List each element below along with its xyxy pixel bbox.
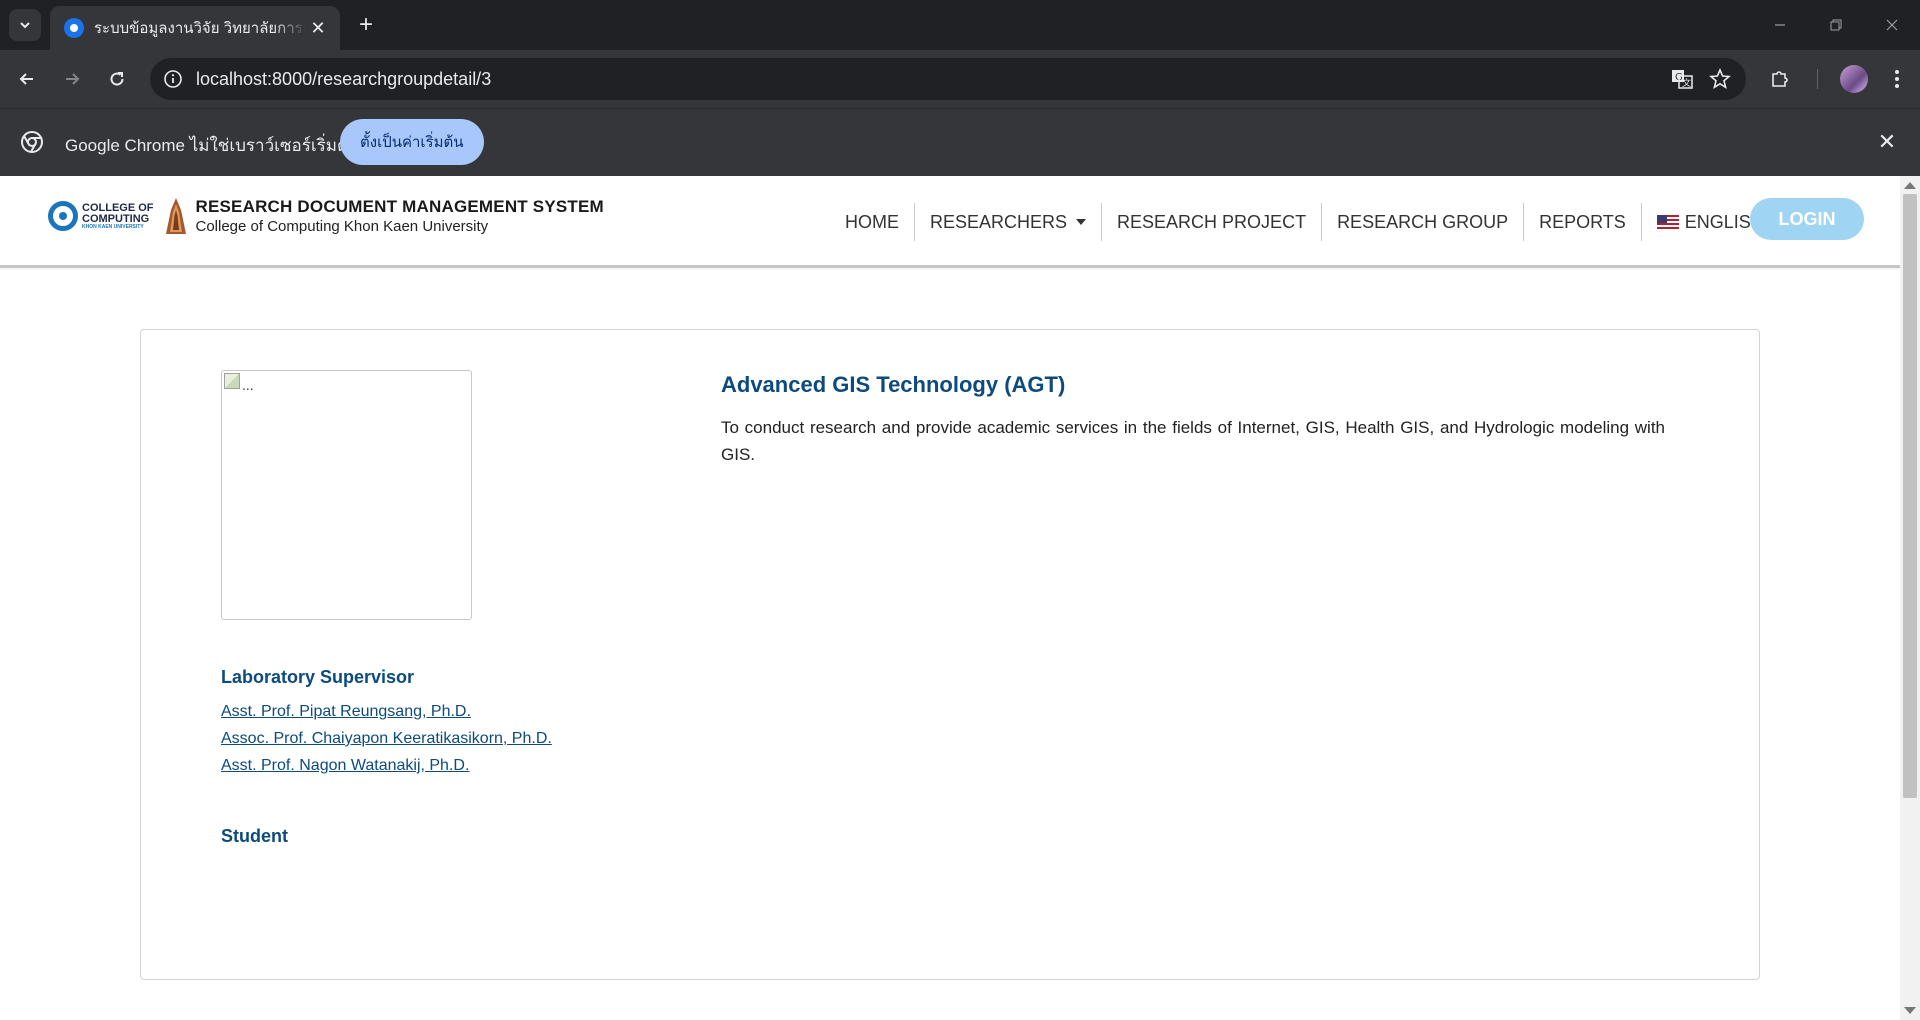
nav-reports[interactable]: REPORTS (1524, 203, 1642, 241)
supervisor-heading: Laboratory Supervisor (221, 667, 415, 687)
college-of-computing-logo: COLLEGE OF COMPUTING KHON KAEN UNIVERSIT… (48, 201, 154, 231)
site-title: RESEARCH DOCUMENT MANAGEMENT SYSTEM (195, 197, 604, 216)
tab-close-icon[interactable]: ✕ (306, 18, 330, 39)
translate-icon[interactable]: G文 (1670, 67, 1694, 91)
nav-home[interactable]: HOME (830, 203, 915, 241)
group-image: ... (221, 370, 472, 620)
nav-reports-label: REPORTS (1539, 211, 1626, 232)
research-group-card: ... Advanced GIS Technology (AGT) To con… (140, 329, 1760, 980)
url-text[interactable]: localhost:8000/researchgroupdetail/3 (196, 69, 491, 90)
tab-title: ระบบข้อมูลงานวิจัย วิทยาลัยการคอมพิวเตอร… (94, 20, 306, 37)
browser-menu-button[interactable] (1882, 64, 1912, 94)
svg-text:文: 文 (1682, 77, 1691, 89)
list-item: Asst. Prof. Pipat Reungsang, Ph.D. (221, 698, 552, 725)
dropdown-caret-icon (1076, 219, 1087, 225)
scroll-up-icon[interactable] (1904, 182, 1916, 189)
site-info-icon[interactable] (162, 68, 184, 90)
infobar-close-icon[interactable]: ✕ (1876, 131, 1898, 153)
back-arrow-icon (19, 73, 33, 85)
site-favicon-icon (64, 18, 84, 38)
forward-button[interactable] (57, 64, 87, 94)
group-title: Advanced GIS Technology (AGT) (721, 372, 1066, 397)
close-window-button[interactable] (1864, 0, 1920, 50)
bookmark-star-icon[interactable] (1708, 67, 1732, 91)
browser-tab[interactable]: ระบบข้อมูลงานวิจัย วิทยาลัยการคอมพิวเตอร… (50, 6, 340, 50)
group-description: To conduct research and provide academic… (721, 418, 1665, 464)
nav-research-project-label: RESEARCH PROJECT (1117, 211, 1307, 232)
supervisor-link[interactable]: Assoc. Prof. Chaiyapon Keeratikasikorn, … (221, 730, 552, 747)
brand[interactable]: COLLEGE OF COMPUTING KHON KAEN UNIVERSIT… (48, 196, 604, 236)
window-controls (1752, 0, 1920, 50)
kku-emblem-icon (165, 198, 186, 234)
brand-text: RESEARCH DOCUMENT MANAGEMENT SYSTEM Coll… (196, 197, 604, 235)
browser-toolbar: localhost:8000/researchgroupdetail/3 G文 (0, 50, 1920, 108)
infobar-message: Google Chrome ไม่ใช่เบราว์เซอร์เริ่มต้น (65, 136, 360, 155)
college-logo-text: COLLEGE OF COMPUTING KHON KAEN UNIVERSIT… (82, 201, 154, 230)
nav-researchers[interactable]: RESEARCHERS (915, 203, 1103, 241)
forward-arrow-icon (66, 73, 80, 85)
toolbar-divider (1817, 69, 1818, 89)
site-subtitle: College of Computing Khon Kaen Universit… (195, 218, 489, 235)
profile-avatar[interactable] (1840, 65, 1868, 93)
image-alt-text: ... (242, 377, 254, 393)
back-button[interactable] (12, 64, 42, 94)
chevron-down-icon (20, 22, 30, 29)
student-heading: Student (221, 826, 288, 846)
restore-icon (1830, 19, 1842, 31)
college-logo-mark-icon (48, 201, 78, 231)
extensions-button[interactable] (1765, 64, 1795, 94)
supervisor-link[interactable]: Asst. Prof. Nagon Watanakij, Ph.D. (221, 757, 469, 774)
reload-button[interactable] (102, 64, 132, 94)
reload-icon (110, 72, 124, 86)
login-button[interactable]: LOGIN (1750, 198, 1864, 240)
supervisor-link[interactable]: Asst. Prof. Pipat Reungsang, Ph.D. (221, 703, 471, 720)
minimize-button[interactable] (1752, 0, 1808, 50)
default-browser-infobar: Google Chrome ไม่ใช่เบราว์เซอร์เริ่มต้น … (0, 108, 1920, 176)
site-header: COLLEGE OF COMPUTING KHON KAEN UNIVERSIT… (0, 176, 1900, 268)
restore-button[interactable] (1808, 0, 1864, 50)
address-bar-actions: G文 (1670, 67, 1732, 91)
supervisor-list: Asst. Prof. Pipat Reungsang, Ph.D. Assoc… (221, 698, 552, 779)
logo-line-3: KHON KAEN UNIVERSITY (82, 223, 144, 230)
close-icon (1886, 19, 1898, 31)
tab-search-button[interactable] (9, 9, 41, 41)
nav-research-group-label: RESEARCH GROUP (1337, 211, 1509, 232)
main-nav: HOME RESEARCHERS RESEARCH PROJECT RESEAR… (830, 200, 1798, 244)
nav-research-project[interactable]: RESEARCH PROJECT (1102, 203, 1323, 241)
set-default-button[interactable]: ตั้งเป็นค่าเริ่มต้น (340, 119, 484, 165)
scrollbar-thumb[interactable] (1903, 194, 1917, 798)
us-flag-icon (1656, 214, 1679, 230)
puzzle-icon (1772, 71, 1788, 87)
new-tab-button[interactable]: + (352, 12, 380, 40)
chrome-logo-icon (21, 131, 43, 153)
list-item: Asst. Prof. Nagon Watanakij, Ph.D. (221, 752, 552, 779)
nav-research-group[interactable]: RESEARCH GROUP (1322, 203, 1525, 241)
scroll-down-icon[interactable] (1904, 1007, 1916, 1014)
kebab-menu-icon (1895, 70, 1899, 88)
logo-line-1: COLLEGE OF (82, 201, 154, 214)
nav-home-label: HOME (845, 211, 899, 232)
logo-line-2: COMPUTING (82, 212, 150, 225)
toolbar-actions (1765, 64, 1920, 94)
nav-researchers-label: RESEARCHERS (930, 211, 1068, 232)
page-scrollbar[interactable] (1900, 176, 1920, 1020)
minimize-icon (1775, 24, 1785, 26)
page-viewport: COLLEGE OF COMPUTING KHON KAEN UNIVERSIT… (0, 176, 1920, 1020)
list-item: Assoc. Prof. Chaiyapon Keeratikasikorn, … (221, 725, 552, 752)
address-bar[interactable]: localhost:8000/researchgroupdetail/3 G文 (150, 58, 1746, 100)
broken-image-icon (224, 373, 240, 389)
browser-tabstrip: ระบบข้อมูลงานวิจัย วิทยาลัยการคอมพิวเตอร… (0, 0, 1920, 50)
